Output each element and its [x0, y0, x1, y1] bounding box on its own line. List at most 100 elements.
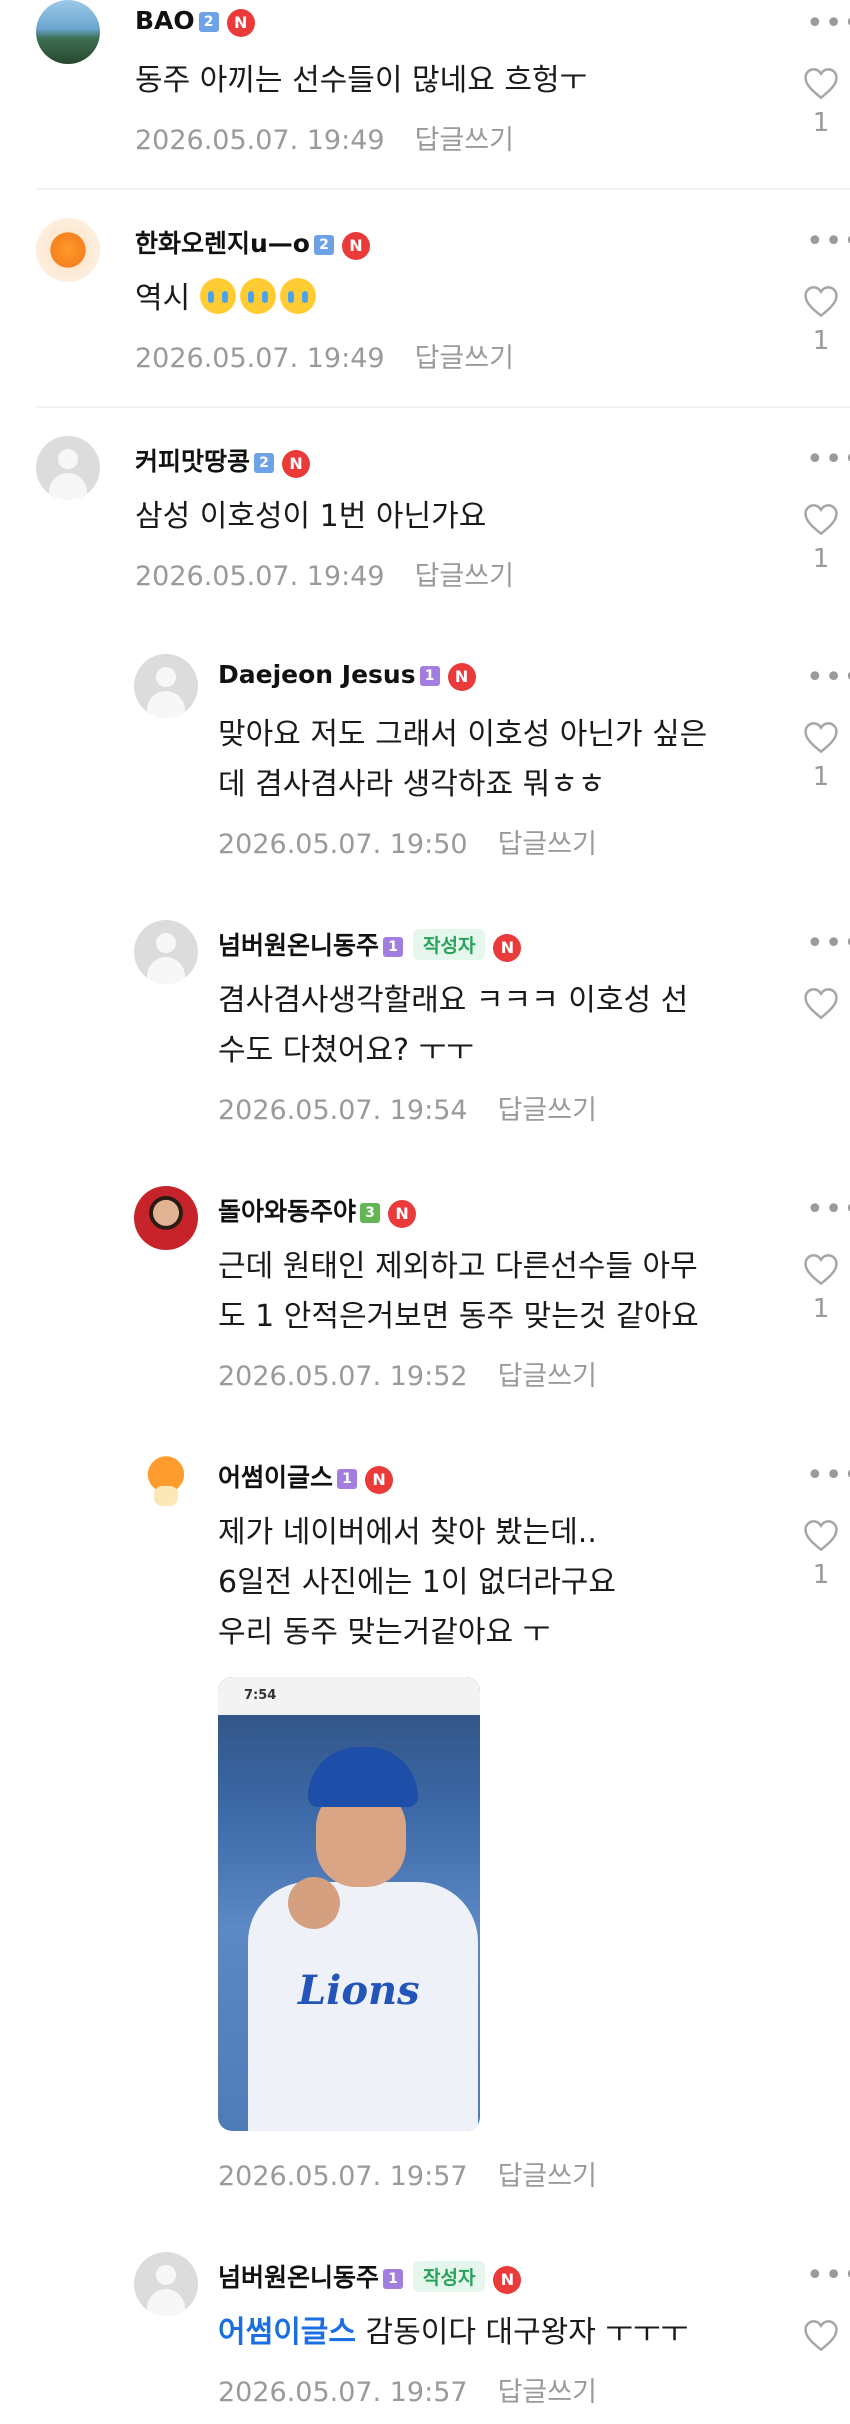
comment-text-line: 우리 동주 맞는거같아요 ㅜ — [218, 1615, 551, 1650]
author-name[interactable]: 넘버원온니동주 — [218, 931, 379, 960]
heart-icon[interactable] — [802, 2318, 840, 2352]
avatar[interactable] — [36, 436, 100, 500]
heart-icon[interactable] — [802, 720, 840, 754]
level-badge: 2 — [254, 453, 275, 473]
mention-link[interactable]: 어썸이글스 — [218, 2315, 356, 2350]
more-options-icon[interactable]: ••• — [806, 227, 850, 257]
avatar[interactable] — [134, 2252, 198, 2316]
like-count: 1 — [812, 108, 830, 138]
like-count: 1 — [812, 762, 830, 792]
comment-text: 겸사겸사생각할래요 ㅋㅋㅋ 이호성 선 수도 다쳤어요? ㅜㅜ — [218, 976, 688, 1076]
comment-text: 삼성 이호성이 1번 아닌가요 — [135, 499, 487, 534]
more-options-icon[interactable]: ••• — [806, 929, 850, 959]
comment-text: 동주 아끼는 선수들이 많네요 흐헝ㅜ — [135, 63, 588, 98]
level-badge: 2 — [198, 12, 219, 32]
attached-photo[interactable]: 7:54 Lions — [218, 1677, 480, 2131]
writer-badge: 작성자 — [413, 929, 486, 960]
photo-jersey-text: Lions — [298, 1967, 420, 2014]
author-name[interactable]: 넘버원온니동주 — [218, 2263, 379, 2292]
level-badge: 1 — [337, 1469, 358, 1489]
comment-text-line: 6일전 사진에는 1이 없더라구요 — [218, 1565, 616, 1600]
more-options-icon[interactable]: ••• — [806, 663, 850, 693]
photo-hand — [288, 1877, 340, 1929]
like-count: 1 — [812, 326, 830, 356]
comment-time: 2026.05.07. 19:57 — [218, 2161, 468, 2192]
comment-text-line: 제가 네이버에서 찾아 봤는데.. — [218, 1515, 597, 1550]
comment-meta: 2026.05.07. 19:57 답글쓰기 — [218, 2154, 597, 2193]
naver-badge-icon: N — [388, 1200, 417, 1228]
more-options-icon[interactable]: ••• — [806, 445, 850, 475]
level-badge: 1 — [383, 937, 404, 957]
avatar[interactable] — [134, 920, 198, 984]
heart-icon[interactable] — [802, 284, 840, 318]
photo-cap — [308, 1747, 418, 1807]
comment-text: 근데 원태인 제외하고 다른선수들 아무 도 1 안적은거보면 동주 맞는것 같… — [218, 1242, 699, 1342]
crying-face-icon — [199, 278, 236, 314]
heart-icon[interactable] — [802, 1252, 840, 1286]
heart-icon[interactable] — [802, 1518, 840, 1552]
level-badge: 1 — [383, 2269, 404, 2289]
comment-text: 역시 — [135, 274, 320, 324]
naver-badge-icon: N — [341, 232, 370, 260]
author-name[interactable]: BAO — [135, 6, 195, 35]
avatar[interactable] — [134, 654, 198, 718]
like-count: 1 — [812, 1294, 830, 1324]
reply-link[interactable]: 답글쓰기 — [498, 2161, 597, 2192]
naver-badge-icon: N — [493, 2266, 522, 2294]
naver-badge-icon: N — [365, 1466, 394, 1494]
avatar[interactable] — [36, 0, 100, 64]
heart-icon[interactable] — [802, 502, 840, 536]
reply-link[interactable]: 답글쓰기 — [415, 125, 514, 156]
comment-time: 2026.05.07. 19:49 — [135, 561, 385, 592]
naver-badge-icon: N — [226, 9, 255, 37]
avatar[interactable] — [134, 1452, 198, 1516]
comment-meta: 2026.05.07. 19:49 답글쓰기 — [135, 118, 514, 157]
more-options-icon[interactable]: ••• — [806, 9, 850, 39]
author-name[interactable]: 한화오렌지u—o — [135, 229, 310, 258]
like-count: 1 — [812, 544, 830, 574]
reply-link[interactable]: 답글쓰기 — [498, 1095, 597, 1126]
reply-link[interactable]: 답글쓰기 — [498, 829, 597, 860]
more-options-icon[interactable]: ••• — [806, 2261, 850, 2291]
author-name[interactable]: 돌아와동주야 — [218, 1197, 356, 1226]
comment-author[interactable]: 한화오렌지u—o 2 N — [135, 224, 370, 260]
comment-meta: 2026.05.07. 19:52 답글쓰기 — [218, 1354, 597, 1393]
author-name[interactable]: Daejeon Jesus — [218, 660, 416, 689]
more-options-icon[interactable]: ••• — [806, 1461, 850, 1491]
comment-text-line: 겸사겸사생각할래요 ㅋㅋㅋ 이호성 선 — [218, 983, 689, 1018]
divider — [36, 188, 850, 190]
comment-meta: 2026.05.07. 19:54 답글쓰기 — [218, 1088, 597, 1127]
comment-author[interactable]: BAO 2 N — [135, 6, 255, 37]
reply-link[interactable]: 답글쓰기 — [498, 2377, 597, 2408]
reply-link[interactable]: 답글쓰기 — [415, 561, 514, 592]
comment-author[interactable]: 넘버원온니동주 1 작성자 N — [218, 2258, 522, 2294]
comment-text-line: 도 1 안적은거보면 동주 맞는것 같아요 — [218, 1299, 699, 1334]
comment-text: 맞아요 저도 그래서 이호성 아닌가 싶은 데 겸사겸사라 생각하죠 뭐ㅎㅎ — [218, 710, 707, 810]
reply-link[interactable]: 답글쓰기 — [498, 1361, 597, 1392]
more-options-icon[interactable]: ••• — [806, 1195, 850, 1225]
photo-status-bar: 7:54 — [218, 1677, 480, 1715]
comment-author[interactable]: Daejeon Jesus 1 N — [218, 660, 476, 691]
comment-text-line: 수도 다쳤어요? ㅜㅜ — [218, 1033, 474, 1068]
comment-text-body: 감동이다 대구왕자 ㅜㅜㅜ — [365, 2315, 689, 2350]
avatar[interactable] — [36, 218, 100, 282]
writer-badge: 작성자 — [413, 2261, 486, 2292]
comment-text: 제가 네이버에서 찾아 봤는데.. 6일전 사진에는 1이 없더라구요 우리 동… — [218, 1508, 616, 1658]
comment-meta: 2026.05.07. 19:50 답글쓰기 — [218, 822, 597, 861]
comment-author[interactable]: 넘버원온니동주 1 작성자 N — [218, 926, 522, 962]
heart-icon[interactable] — [802, 986, 840, 1020]
comment-time: 2026.05.07. 19:49 — [135, 125, 385, 156]
comment-text-line: 데 겸사겸사라 생각하죠 뭐ㅎㅎ — [218, 767, 606, 802]
crying-face-icon — [279, 278, 316, 314]
heart-icon[interactable] — [802, 66, 840, 100]
comment-author[interactable]: 돌아와동주야 3 N — [218, 1192, 417, 1228]
comment-author[interactable]: 어썸이글스 1 N — [218, 1458, 394, 1494]
comment-meta: 2026.05.07. 19:57 답글쓰기 — [218, 2370, 597, 2409]
avatar[interactable] — [134, 1186, 198, 1250]
author-name[interactable]: 어썸이글스 — [218, 1463, 333, 1492]
comment-author[interactable]: 커피맛땅콩 2 N — [135, 442, 311, 478]
reply-link[interactable]: 답글쓰기 — [415, 343, 514, 374]
author-name[interactable]: 커피맛땅콩 — [135, 447, 250, 476]
comment-time: 2026.05.07. 19:52 — [218, 1361, 468, 1392]
naver-badge-icon: N — [493, 934, 522, 962]
